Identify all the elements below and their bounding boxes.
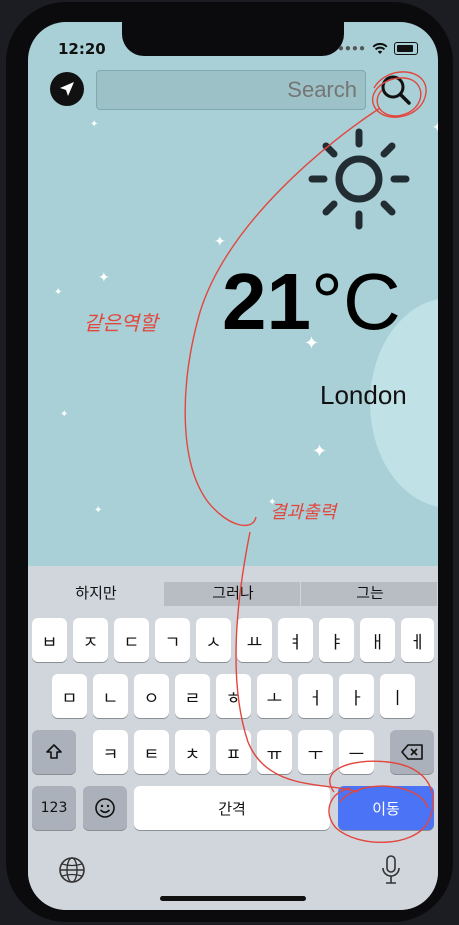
phone-frame: ✦ ✦ ✦ ✦ ✦ ✦ ✦ ✦ ✦ ✦ ✦ 12:20 ●●●● bbox=[6, 2, 453, 922]
annotation-note-bottom: 결과출력 bbox=[270, 502, 339, 523]
annotation-strokes: 같은역할 결과출력 bbox=[84, 71, 434, 844]
app-screen: ✦ ✦ ✦ ✦ ✦ ✦ ✦ ✦ ✦ ✦ ✦ 12:20 ●●●● bbox=[28, 22, 438, 910]
annotation-note-left: 같은역할 bbox=[84, 311, 160, 335]
